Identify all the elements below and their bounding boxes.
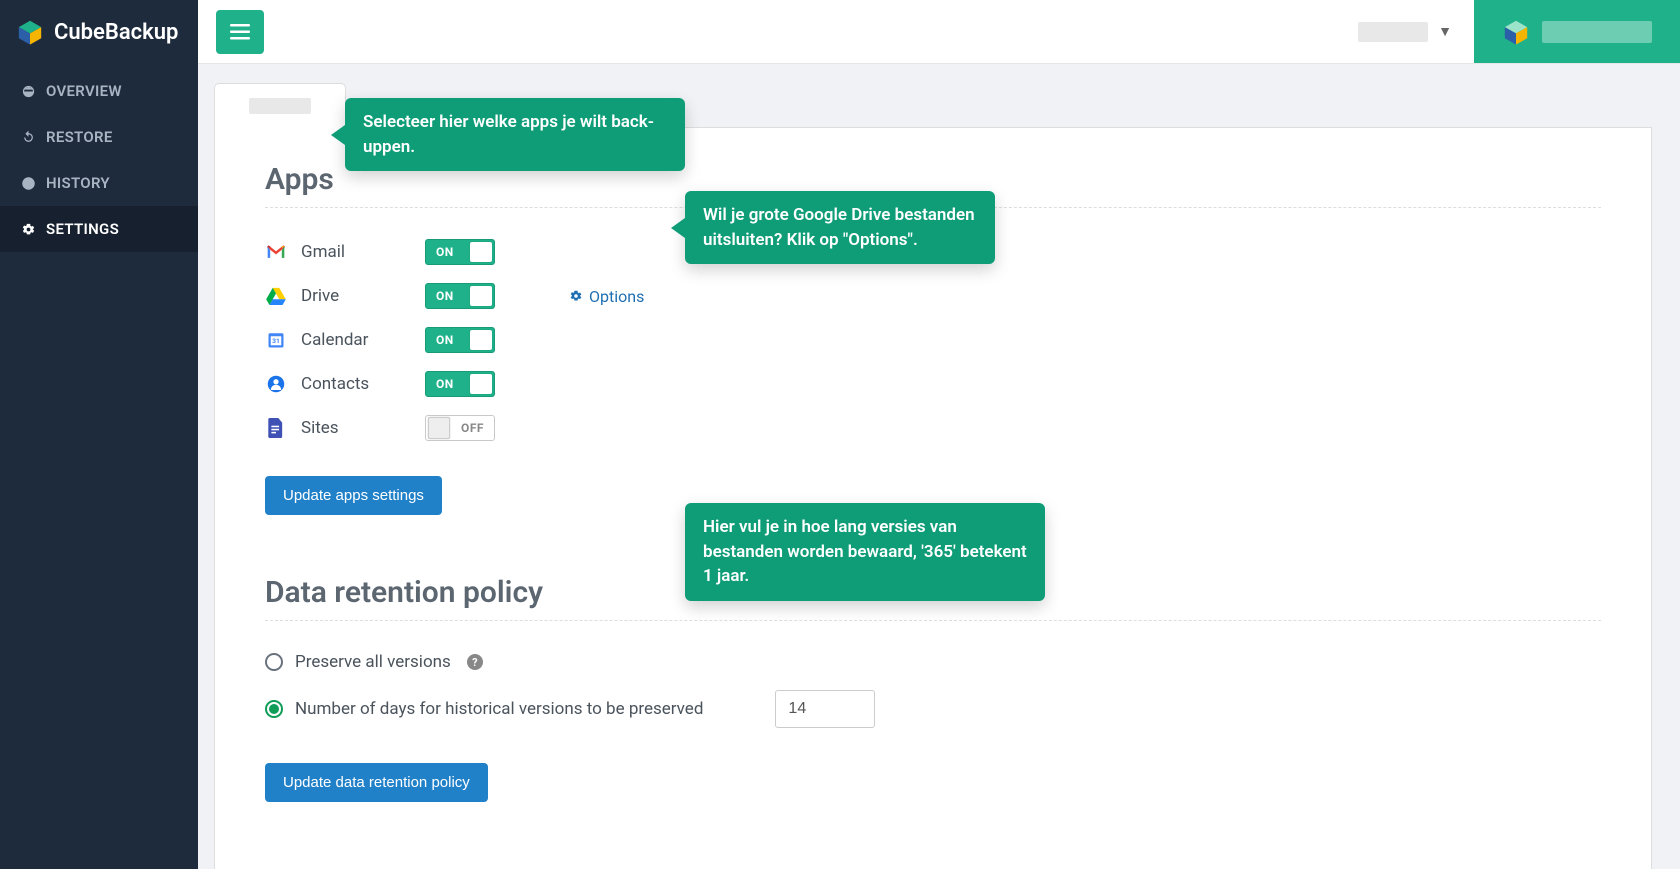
callout-text: Wil je grote Google Drive bestanden uits… bbox=[703, 205, 975, 250]
nav-label: OVERVIEW bbox=[46, 82, 122, 100]
toggle-off-label: OFF bbox=[461, 421, 484, 435]
gear-icon bbox=[569, 289, 583, 303]
nav-label: SETTINGS bbox=[46, 220, 119, 238]
hamburger-icon bbox=[230, 24, 250, 40]
toggle-contacts[interactable]: ON bbox=[425, 371, 495, 397]
radio-label: Number of days for historical versions t… bbox=[295, 699, 703, 719]
app-row-drive: Drive ON Options bbox=[265, 274, 1601, 318]
settings-panel: Apps Gmail ON Drive ON bbox=[214, 128, 1652, 869]
app-label: Drive bbox=[301, 286, 411, 306]
topbar-right: ▼ bbox=[1336, 0, 1680, 63]
main: Apps Gmail ON Drive ON bbox=[198, 64, 1668, 869]
chevron-down-icon: ▼ bbox=[1438, 23, 1452, 40]
domain-badge[interactable] bbox=[1474, 0, 1680, 63]
sidebar: CubeBackup OVERVIEW RESTORE HISTORY SETT… bbox=[0, 0, 198, 869]
app-label: Contacts bbox=[301, 374, 411, 394]
nav-restore[interactable]: RESTORE bbox=[0, 114, 198, 160]
brand: CubeBackup bbox=[0, 0, 198, 68]
svg-text:31: 31 bbox=[272, 337, 280, 345]
callout-drive-options: Wil je grote Google Drive bestanden uits… bbox=[685, 191, 995, 264]
nav-history[interactable]: HISTORY bbox=[0, 160, 198, 206]
nav-overview[interactable]: OVERVIEW bbox=[0, 68, 198, 114]
help-icon[interactable]: ? bbox=[467, 654, 483, 670]
retention-days-input[interactable] bbox=[775, 690, 875, 728]
radio-all[interactable] bbox=[265, 653, 283, 671]
app-row-sites: Sites OFF bbox=[265, 406, 1601, 450]
toggle-drive[interactable]: ON bbox=[425, 283, 495, 309]
radio-days[interactable] bbox=[265, 700, 283, 718]
dashboard-icon bbox=[20, 84, 36, 99]
app-row-calendar: 31 Calendar ON bbox=[265, 318, 1601, 362]
user-name-placeholder bbox=[1358, 22, 1428, 42]
drive-options-link[interactable]: Options bbox=[569, 287, 644, 306]
app-row-contacts: Contacts ON bbox=[265, 362, 1601, 406]
update-retention-button[interactable]: Update data retention policy bbox=[265, 763, 488, 802]
drive-icon bbox=[265, 285, 287, 307]
app-label: Calendar bbox=[301, 330, 411, 350]
toggle-calendar[interactable]: ON bbox=[425, 327, 495, 353]
nav-settings[interactable]: SETTINGS bbox=[0, 206, 198, 252]
brand-name: CubeBackup bbox=[54, 20, 178, 45]
options-label: Options bbox=[589, 287, 644, 306]
topbar: ▼ bbox=[198, 0, 1680, 64]
app-label: Sites bbox=[301, 418, 411, 438]
toggle-on-label: ON bbox=[436, 245, 454, 259]
user-dropdown[interactable]: ▼ bbox=[1336, 0, 1474, 63]
nav-label: HISTORY bbox=[46, 174, 110, 192]
toggle-on-label: ON bbox=[436, 377, 454, 391]
sites-icon bbox=[265, 417, 287, 439]
history-icon bbox=[20, 176, 36, 191]
tab-label-placeholder bbox=[249, 98, 311, 114]
callout-retention: Hier vul je in hoe lang versies van best… bbox=[685, 503, 1045, 601]
app-label: Gmail bbox=[301, 242, 411, 262]
tab-active[interactable] bbox=[214, 83, 346, 128]
toggle-sites[interactable]: OFF bbox=[425, 415, 495, 441]
gmail-icon bbox=[265, 241, 287, 263]
toggle-handle bbox=[470, 242, 492, 262]
retention-option-all[interactable]: Preserve all versions ? bbox=[265, 643, 1601, 681]
toggle-handle bbox=[470, 374, 492, 394]
calendar-icon: 31 bbox=[265, 329, 287, 351]
radio-label: Preserve all versions bbox=[295, 652, 451, 672]
nav-label: RESTORE bbox=[46, 128, 113, 146]
menu-toggle-button[interactable] bbox=[216, 10, 264, 54]
update-apps-button[interactable]: Update apps settings bbox=[265, 476, 442, 515]
contacts-icon bbox=[265, 373, 287, 395]
cube-logo-icon bbox=[16, 18, 44, 46]
toggle-on-label: ON bbox=[436, 333, 454, 347]
gear-icon bbox=[20, 222, 36, 237]
callout-text: Selecteer hier welke apps je wilt back-u… bbox=[363, 112, 654, 157]
domain-name-placeholder bbox=[1542, 21, 1652, 43]
retention-section: Data retention policy Preserve all versi… bbox=[265, 575, 1601, 802]
toggle-on-label: ON bbox=[436, 289, 454, 303]
retention-option-days[interactable]: Number of days for historical versions t… bbox=[265, 681, 1601, 737]
restore-icon bbox=[20, 130, 36, 145]
toggle-handle bbox=[428, 417, 450, 439]
cube-logo-icon bbox=[1502, 18, 1530, 46]
toggle-handle bbox=[470, 286, 492, 306]
toggle-handle bbox=[470, 330, 492, 350]
callout-apps: Selecteer hier welke apps je wilt back-u… bbox=[345, 98, 685, 171]
toggle-gmail[interactable]: ON bbox=[425, 239, 495, 265]
callout-text: Hier vul je in hoe lang versies van best… bbox=[703, 517, 1027, 586]
